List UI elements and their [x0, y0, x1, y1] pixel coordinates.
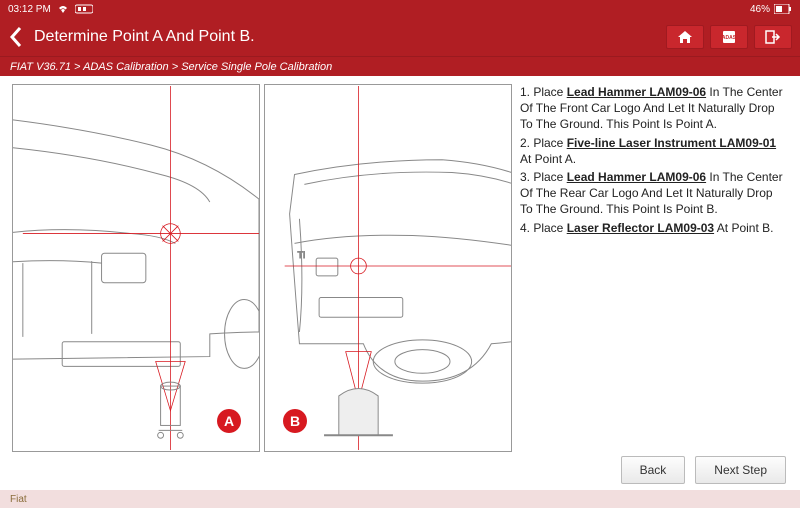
instructions-panel: 1. Place Lead Hammer LAM09-06 In The Cen…: [520, 84, 788, 452]
device-icon: [75, 3, 93, 15]
instruction-step-1: 1. Place Lead Hammer LAM09-06 In The Cen…: [520, 84, 784, 133]
back-button[interactable]: Back: [621, 456, 686, 484]
rear-car-diagram: TI: [265, 85, 511, 451]
breadcrumb: FIAT V36.71 > ADAS Calibration > Service…: [0, 56, 800, 76]
instruction-step-2: 2. Place Five-line Laser Instrument LAM0…: [520, 135, 784, 167]
point-a-badge: A: [217, 409, 241, 433]
back-icon[interactable]: [8, 26, 24, 48]
exit-button[interactable]: [754, 25, 792, 49]
instruction-step-4: 4. Place Laser Reflector LAM09-03 At Poi…: [520, 220, 784, 236]
footer-buttons: Back Next Step: [0, 456, 800, 490]
home-button[interactable]: [666, 25, 704, 49]
svg-text:TI: TI: [297, 250, 305, 260]
instruction-step-3: 3. Place Lead Hammer LAM09-06 In The Cen…: [520, 169, 784, 218]
svg-text:ADAS: ADAS: [722, 35, 737, 41]
tool-laser-instrument: Five-line Laser Instrument LAM09-01: [567, 136, 776, 150]
front-car-diagram: [13, 85, 259, 451]
tool-laser-reflector: Laser Reflector LAM09-03: [567, 221, 714, 235]
brand-footer: Fiat: [0, 490, 800, 508]
diagram-area: A TI: [12, 84, 512, 452]
adas-button[interactable]: ADAS: [710, 25, 748, 49]
header: Determine Point A And Point B. ADAS: [0, 18, 800, 56]
battery-text: 46%: [750, 4, 770, 15]
next-step-button[interactable]: Next Step: [695, 456, 786, 484]
diagram-rear: TI B: [264, 84, 512, 452]
tool-lead-hammer: Lead Hammer LAM09-06: [567, 170, 706, 184]
status-bar: 03:12 PM 46%: [0, 0, 800, 18]
point-b-badge: B: [283, 409, 307, 433]
page-title: Determine Point A And Point B.: [34, 28, 656, 46]
battery-icon: [774, 4, 792, 14]
diagram-front: A: [12, 84, 260, 452]
status-time: 03:12 PM: [8, 4, 51, 15]
content-area: A TI: [0, 76, 800, 456]
tool-lead-hammer: Lead Hammer LAM09-06: [567, 85, 706, 99]
wifi-icon: [57, 4, 69, 14]
